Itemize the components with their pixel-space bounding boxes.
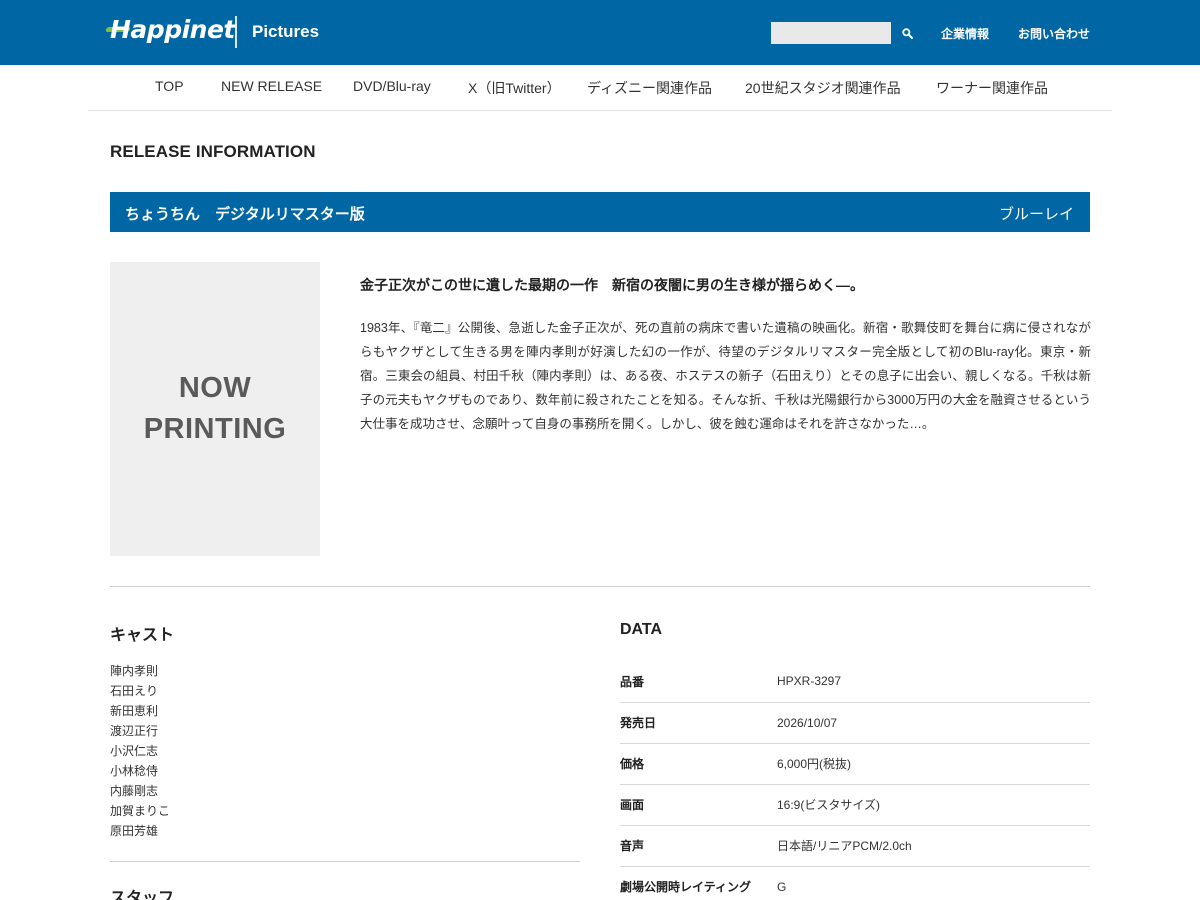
cast-member: 小沢仁志 xyxy=(110,744,159,758)
section-divider xyxy=(110,586,1090,587)
product-title: ちょうちん デジタルリマスター版 xyxy=(125,206,365,223)
main-nav: TOP NEW RELEASE DVD/Blu-ray X（旧Twitter） … xyxy=(88,65,1112,111)
search-icon xyxy=(901,27,913,39)
jacket-placeholder-image: NOW PRINTING xyxy=(110,262,320,556)
table-row: 発売日 2026/10/07 xyxy=(620,702,1090,744)
site-header: Happinet Pictures 企業情報 お問い合わせ xyxy=(0,0,1200,65)
data-label-audio: 音声 xyxy=(620,825,777,867)
data-value-audio: 日本語/リニアPCM/2.0ch xyxy=(777,825,1090,867)
cast-member: 石田えり xyxy=(110,684,159,698)
product-title-bar: ちょうちん デジタルリマスター版 ブルーレイ xyxy=(110,192,1090,232)
cast-member: 内藤剛志 xyxy=(110,784,159,798)
logo-divider xyxy=(235,16,237,48)
table-row: 価格 6,000円(税抜) xyxy=(620,743,1090,785)
nav-item-dvd-bluray[interactable]: DVD/Blu-ray xyxy=(353,78,431,94)
nav-item-top[interactable]: TOP xyxy=(155,78,184,94)
data-label-price: 価格 xyxy=(620,743,777,785)
cast-list: 陣内孝則 石田えり 新田恵利 渡辺正行 小沢仁志 小林稔侍 内藤剛志 加賀まりこ… xyxy=(110,661,170,841)
data-value-price: 6,000円(税抜) xyxy=(777,743,1090,785)
now-printing-line1: NOW xyxy=(178,372,252,404)
happinet-logo[interactable]: Happinet xyxy=(105,14,235,48)
data-value-release-date: 2026/10/07 xyxy=(777,702,1090,744)
nav-item-x-twitter[interactable]: X（旧Twitter） xyxy=(468,78,561,98)
search-input[interactable] xyxy=(771,22,891,44)
cast-member: 新田恵利 xyxy=(110,704,159,718)
catchcopy: 金子正次がこの世に遺した最期の一作 新宿の夜闇に男の生き様が揺らめく―。 xyxy=(360,277,864,293)
nav-item-disney[interactable]: ディズニー関連作品 xyxy=(587,78,712,98)
company-info-link[interactable]: 企業情報 xyxy=(941,25,989,42)
format-label: ブルーレイ xyxy=(998,206,1074,223)
page-title: RELEASE INFORMATION xyxy=(110,142,316,161)
table-row: 劇場公開時レイティング G xyxy=(620,866,1090,900)
data-value-product-code: HPXR-3297 xyxy=(777,661,1090,703)
cast-member: 加賀まりこ xyxy=(110,804,171,818)
nav-item-new-release[interactable]: NEW RELEASE xyxy=(221,78,322,94)
table-row: 音声 日本語/リニアPCM/2.0ch xyxy=(620,825,1090,867)
table-row: 品番 HPXR-3297 xyxy=(620,661,1090,703)
data-value-rating: G xyxy=(777,866,1090,900)
now-printing-line2: PRINTING xyxy=(143,413,287,445)
table-row: 画面 16:9(ビスタサイズ) xyxy=(620,784,1090,826)
cast-member: 小林稔侍 xyxy=(110,764,159,778)
cast-heading: キャスト xyxy=(110,627,175,644)
nav-item-warner[interactable]: ワーナー関連作品 xyxy=(936,78,1048,98)
data-label-product-code: 品番 xyxy=(620,661,777,703)
product-data-table: 品番 HPXR-3297 発売日 2026/10/07 価格 6,000円(税抜… xyxy=(620,661,1090,900)
data-label-rating: 劇場公開時レイティング xyxy=(620,866,777,900)
data-label-release-date: 発売日 xyxy=(620,702,777,744)
logo-text: Happinet xyxy=(110,15,235,44)
data-label-screen: 画面 xyxy=(620,784,777,826)
cast-divider xyxy=(110,861,580,862)
cast-member: 原田芳雄 xyxy=(110,824,159,838)
data-heading: DATA xyxy=(620,621,663,638)
cast-member: 陣内孝則 xyxy=(110,664,159,678)
contact-link[interactable]: お問い合わせ xyxy=(1018,25,1090,42)
brand-sub-label[interactable]: Pictures xyxy=(252,22,319,42)
nav-item-20th-century[interactable]: 20世紀スタジオ関連作品 xyxy=(745,78,901,98)
staff-heading: スタッフ xyxy=(110,890,175,900)
cast-member: 渡辺正行 xyxy=(110,724,159,738)
search-button[interactable] xyxy=(897,22,917,44)
synopsis: 1983年、『竜二』公開後、急逝した金子正次が、死の直前の病床で書いた遺稿の映画… xyxy=(360,321,1091,431)
data-value-screen: 16:9(ビスタサイズ) xyxy=(777,784,1090,826)
